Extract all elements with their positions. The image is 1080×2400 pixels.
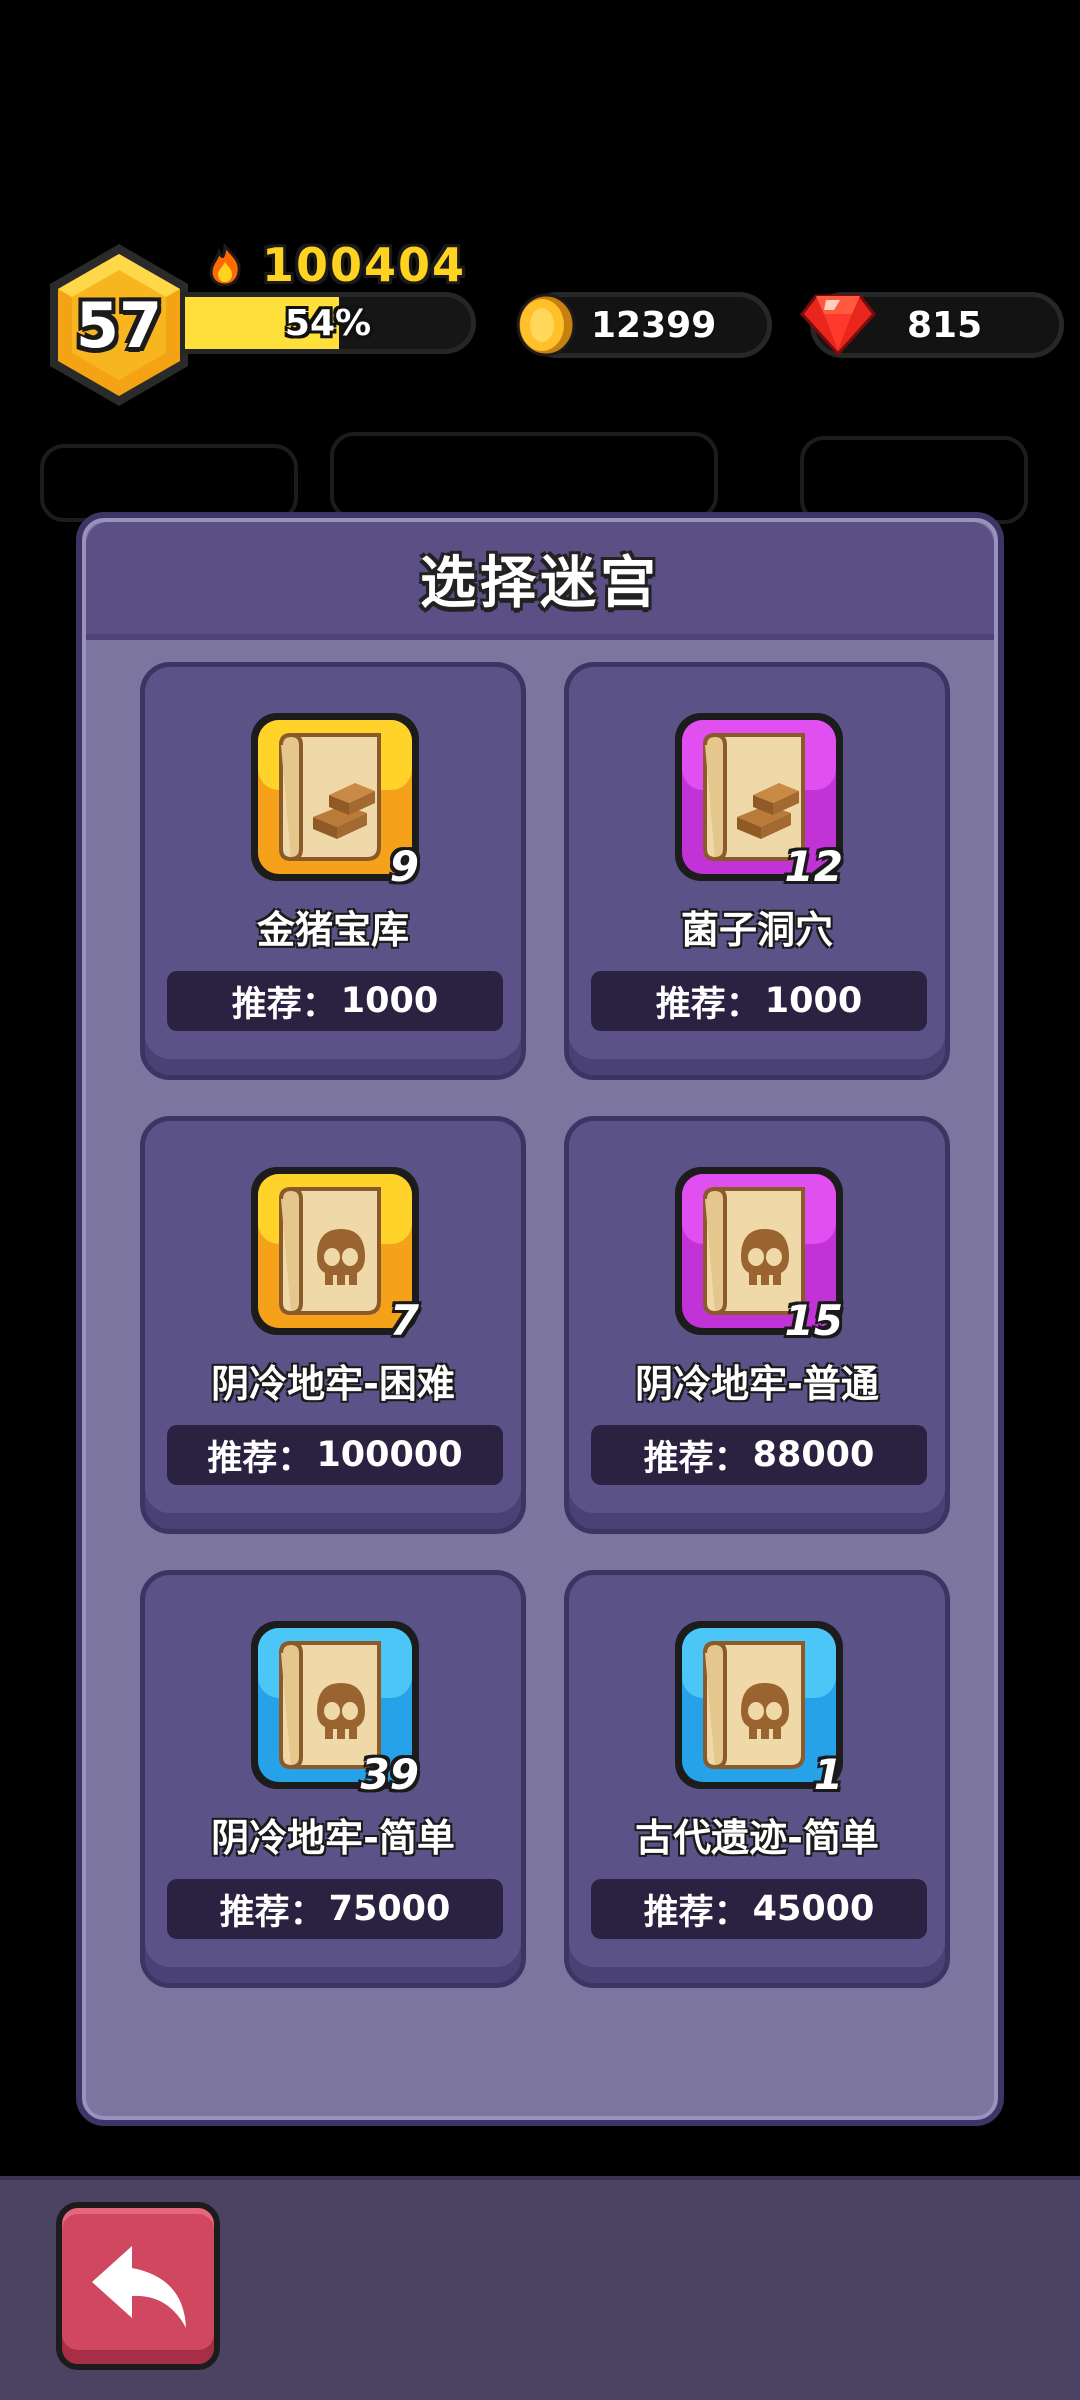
maze-name: 古代遗迹-简单 xyxy=(635,1816,879,1860)
maze-name: 菌子洞穴 xyxy=(680,908,833,952)
maze-card-cold-dungeon-easy[interactable]: 39 阴冷地牢-简单 推荐： 75000 xyxy=(140,1570,526,1988)
maze-name: 金猪宝库 xyxy=(256,908,409,952)
recommended-power: 推荐： 45000 xyxy=(591,1879,927,1939)
gem-amount: 815 xyxy=(907,304,983,346)
recommend-label: 推荐： xyxy=(655,984,761,1025)
maze-key-count: 12 xyxy=(784,842,843,891)
recommended-power: 推荐： 88000 xyxy=(591,1425,927,1485)
skull-map-icon: 1 xyxy=(671,1617,847,1799)
recommended-power: 推荐： 75000 xyxy=(167,1879,503,1939)
recommend-value: 45000 xyxy=(752,1889,875,1929)
maze-key-count: 9 xyxy=(389,842,419,891)
skull-map-icon: 15 xyxy=(671,1163,847,1345)
recommended-power: 推荐： 1000 xyxy=(167,971,503,1031)
dialog-header: 选择迷宫 xyxy=(86,522,994,640)
maze-card-cold-dungeon-hard[interactable]: 7 阴冷地牢-困难 推荐： 100000 xyxy=(140,1116,526,1534)
maze-key-count: 15 xyxy=(784,1296,843,1345)
back-button[interactable] xyxy=(56,2202,220,2370)
maze-card-cold-dungeon-normal[interactable]: 15 阴冷地牢-普通 推荐： 88000 xyxy=(564,1116,950,1534)
skull-map-icon: 7 xyxy=(247,1163,423,1345)
background-resource-slot xyxy=(40,444,298,522)
recommend-value: 88000 xyxy=(752,1435,875,1475)
gold-bars-map-icon: 12 xyxy=(671,709,847,891)
recommend-value: 75000 xyxy=(328,1889,451,1929)
maze-key-count: 1 xyxy=(813,1750,843,1799)
player-level: 57 xyxy=(75,288,163,362)
recommend-label: 推荐： xyxy=(643,1892,749,1933)
experience-bar: 54% xyxy=(180,292,476,354)
dialog-title: 选择迷宫 xyxy=(420,550,660,616)
gem-icon xyxy=(800,294,876,357)
experience-percent: 54% xyxy=(284,302,372,344)
background-resource-slot xyxy=(800,436,1028,524)
recommend-label: 推荐： xyxy=(219,1892,325,1933)
maze-name: 阴冷地牢-普通 xyxy=(635,1362,879,1406)
maze-key-count: 39 xyxy=(360,1750,419,1799)
background-resource-slot xyxy=(330,432,718,520)
fire-icon xyxy=(209,244,241,286)
maze-card-mushroom-cave[interactable]: 12 菌子洞穴 推荐： 1000 xyxy=(564,662,950,1080)
player-level-badge[interactable]: 57 xyxy=(44,240,194,410)
recommend-label: 推荐： xyxy=(231,984,337,1025)
back-arrow-icon xyxy=(92,2246,186,2328)
recommend-value: 100000 xyxy=(316,1435,463,1475)
gold-bars-map-icon: 9 xyxy=(247,709,423,891)
maze-card-ancient-ruins-easy[interactable]: 1 古代遗迹-简单 推荐： 45000 xyxy=(564,1570,950,1988)
combat-power-value: 100404 xyxy=(262,238,467,292)
recommend-label: 推荐： xyxy=(207,1438,313,1479)
maze-card-gold-pig-vault[interactable]: 9 金猪宝库 推荐： 1000 xyxy=(140,662,526,1080)
recommend-label: 推荐： xyxy=(643,1438,749,1479)
coin-amount: 12399 xyxy=(591,304,717,346)
game-screen: 57 100404 54% 12399 815 选择迷宫 9 金猪宝库 推荐： … xyxy=(0,0,1080,2400)
maze-name: 阴冷地牢-困难 xyxy=(211,1362,455,1406)
recommend-value: 1000 xyxy=(340,981,439,1021)
recommend-value: 1000 xyxy=(764,981,863,1021)
coin-icon xyxy=(516,293,576,357)
skull-map-icon: 39 xyxy=(247,1617,423,1799)
maze-name: 阴冷地牢-简单 xyxy=(211,1816,455,1860)
maze-select-dialog: 选择迷宫 9 金猪宝库 推荐： 1000 12 菌子洞穴 推荐： 1000 7 … xyxy=(76,512,1004,2126)
maze-key-count: 7 xyxy=(389,1296,419,1345)
recommended-power: 推荐： 1000 xyxy=(591,971,927,1031)
recommended-power: 推荐： 100000 xyxy=(167,1425,503,1485)
